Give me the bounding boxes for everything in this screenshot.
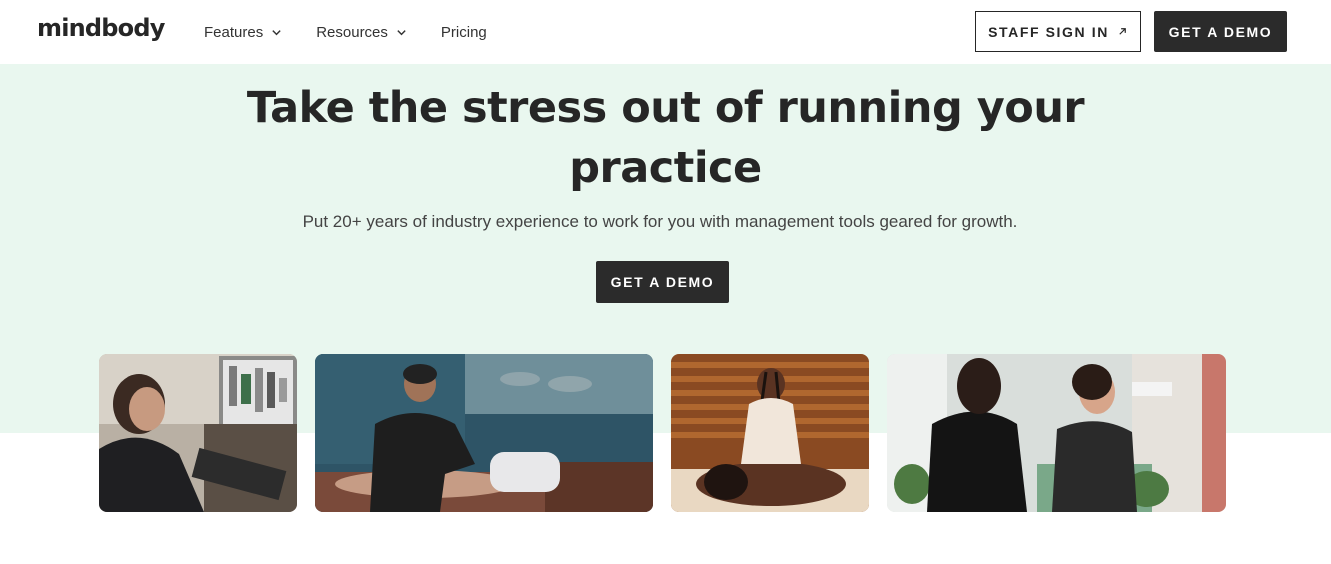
hero-title-line2: practice (569, 143, 762, 193)
nav-resources-label: Resources (316, 23, 388, 41)
header-get-demo-button[interactable]: GET A DEMO (1154, 11, 1287, 52)
nav-pricing[interactable]: Pricing (441, 24, 487, 41)
site-header: mindbody Features Resources Pricing STAF… (0, 0, 1331, 64)
staff-sign-in-button[interactable]: STAFF SIGN IN (975, 11, 1141, 52)
hero-get-demo-button[interactable]: GET A DEMO (596, 261, 729, 303)
nav-features[interactable]: Features (204, 24, 282, 41)
external-link-arrow-icon (1119, 28, 1126, 35)
massage-therapist-photo (315, 354, 653, 512)
hero-title: Take the stress out of running your prac… (0, 78, 1331, 198)
staff-sign-in-label: STAFF SIGN IN (988, 23, 1109, 40)
chevron-down-icon (272, 29, 281, 35)
nav-resources[interactable]: Resources (316, 24, 407, 41)
spa-reception-photo (887, 354, 1226, 512)
hero-subtitle: Put 20+ years of industry experience to … (302, 212, 1018, 231)
chevron-down-icon (397, 29, 406, 35)
nav-features-label: Features (204, 23, 264, 41)
nav-pricing-label: Pricing (440, 23, 487, 41)
hero-title-line1: Take the stress out of running your (246, 83, 1085, 133)
receptionist-photo (99, 354, 297, 512)
main-nav: Features Resources Pricing (204, 0, 521, 64)
mindbody-logo[interactable]: mindbody (37, 14, 165, 42)
back-massage-photo (671, 354, 869, 512)
